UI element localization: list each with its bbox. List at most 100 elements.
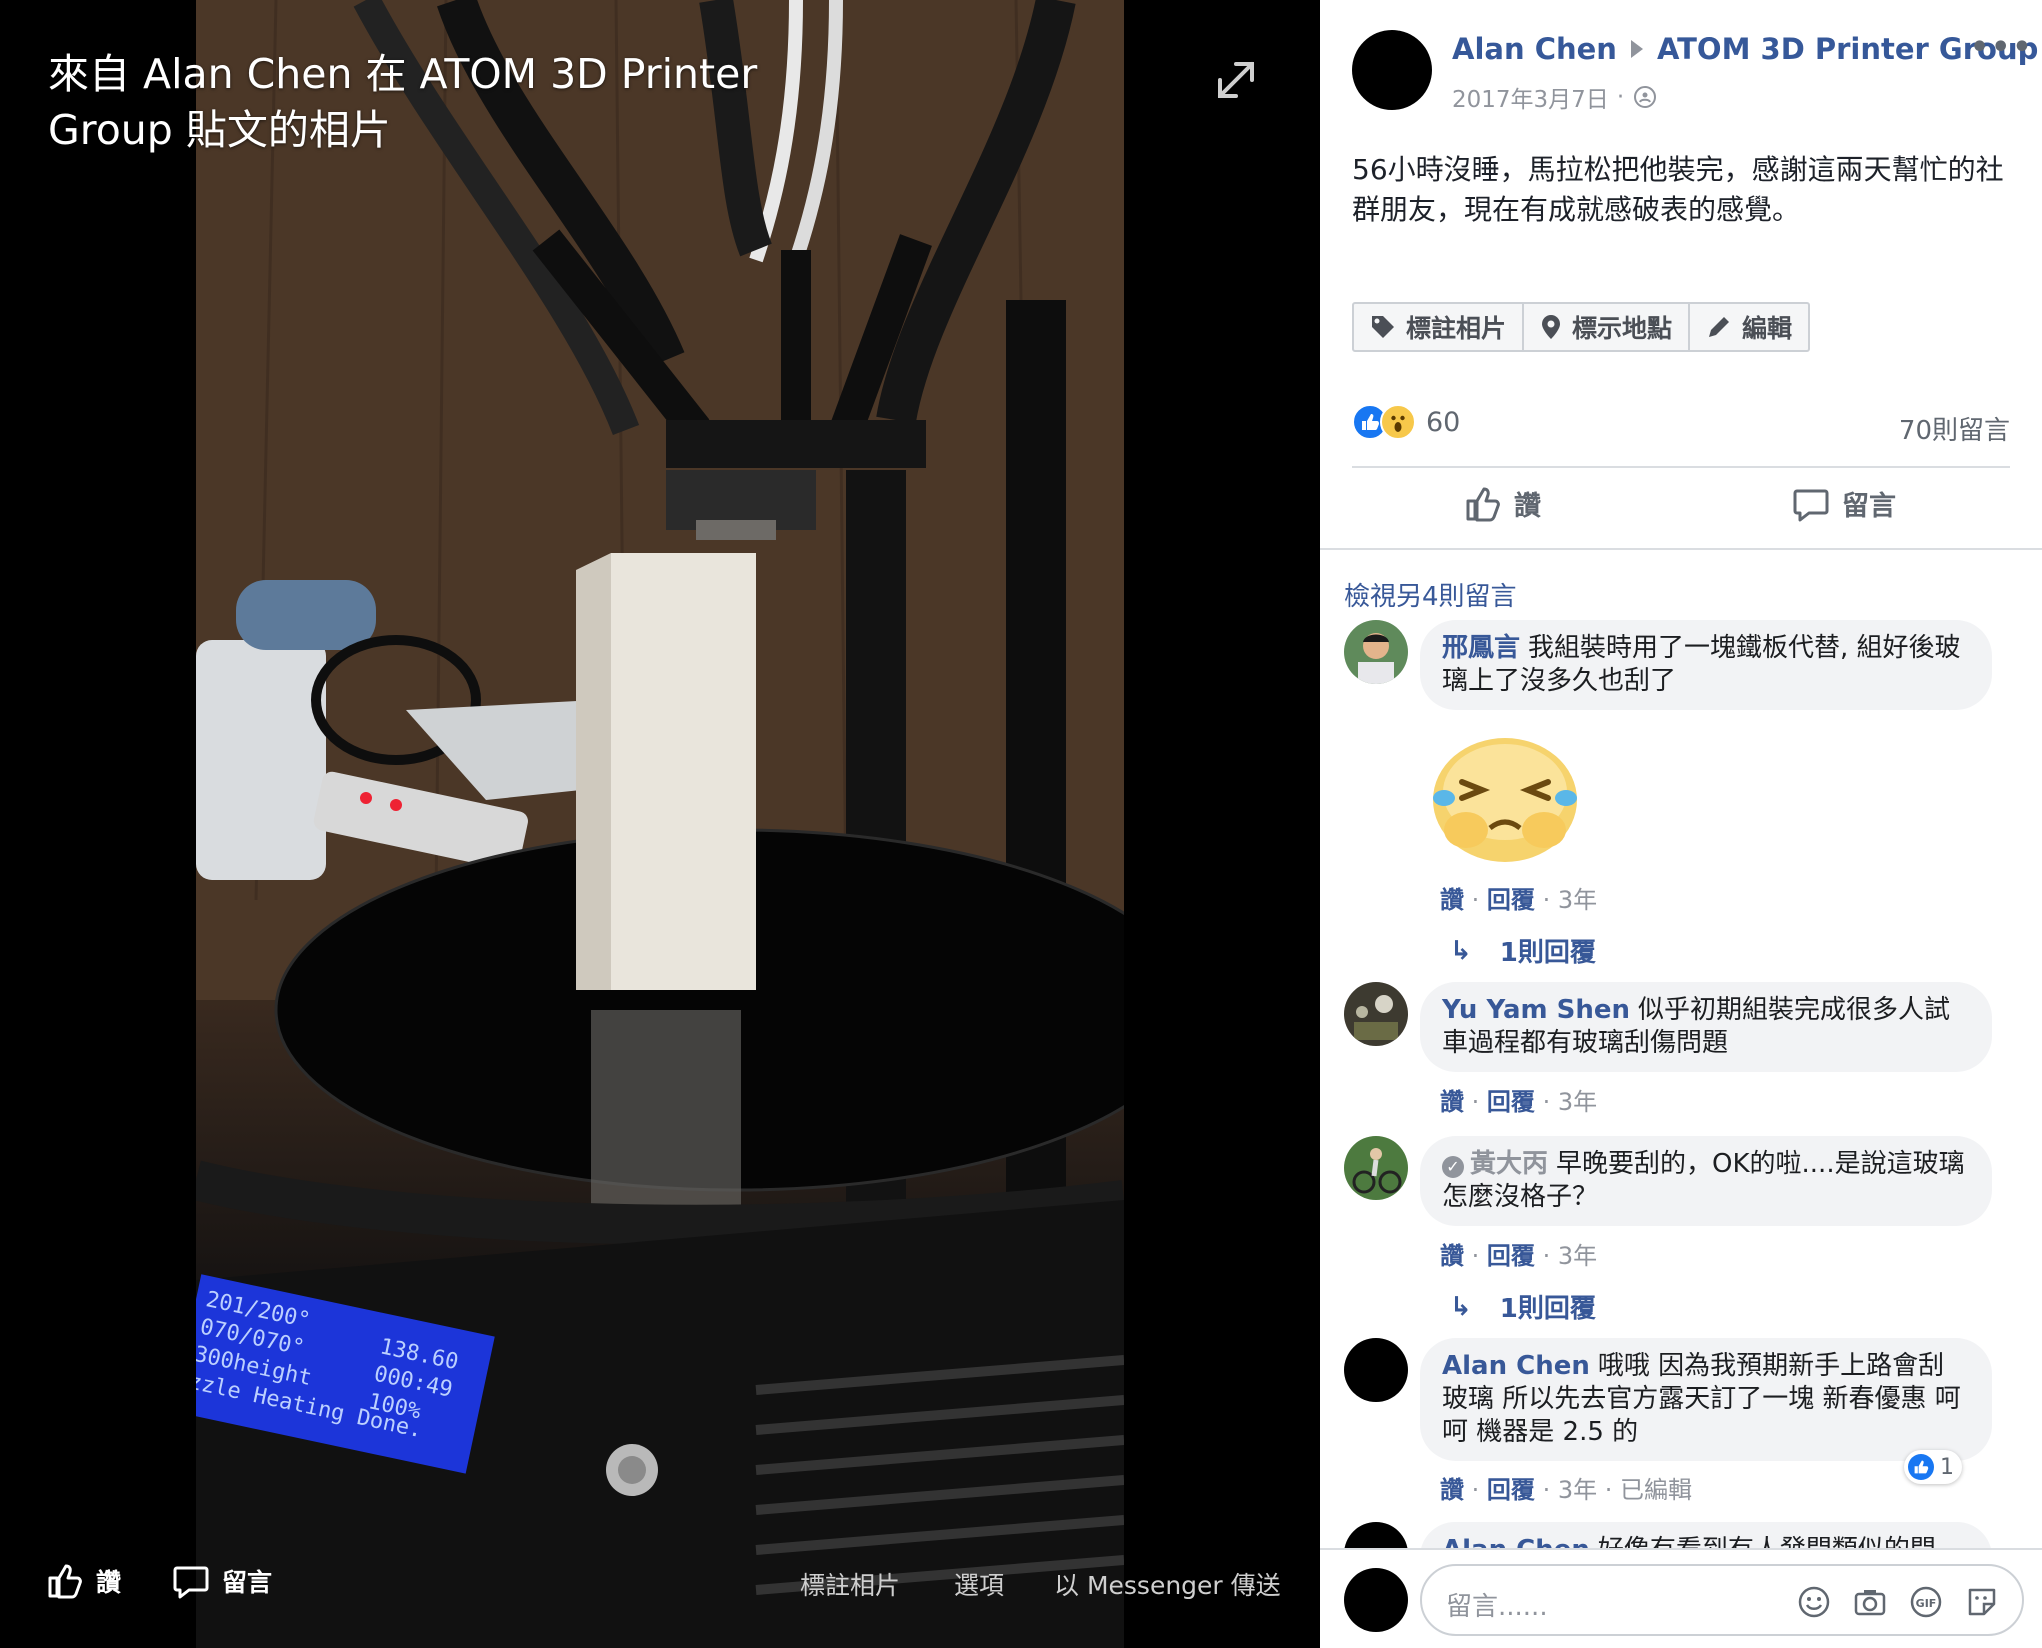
photo-action-bar: 標註相片 標示地點 編輯 [1352, 302, 1811, 352]
comment-time[interactable]: 3年 [1558, 1476, 1597, 1504]
add-location-label: 標示地點 [1572, 314, 1673, 343]
comment-composer: 留言...... GIF [1320, 1548, 2042, 1648]
tag-photo-label: 標註相片 [1406, 314, 1507, 343]
comment-time[interactable]: 3年 [1558, 886, 1597, 914]
viewer-like-button[interactable]: 讚 [46, 1562, 121, 1600]
edit-button[interactable]: 編輯 [1690, 304, 1808, 350]
crying-emoji-sticker[interactable] [1420, 720, 1590, 870]
triangle-arrow-icon [1630, 40, 1643, 58]
like-button[interactable]: 讚 [1464, 484, 1541, 523]
meta-separator: · [1542, 886, 1551, 914]
svg-text:GIF: GIF [1916, 1597, 1937, 1610]
commenter-name[interactable]: 黃大丙 [1470, 1149, 1548, 1179]
comment-time[interactable]: 3年 [1558, 1242, 1597, 1270]
comment-reply-link[interactable]: 回覆 [1487, 886, 1535, 914]
view-more-comments-link[interactable]: 檢視另4則留言 [1344, 576, 1517, 613]
expand-icon[interactable] [1212, 56, 1260, 104]
tag-photo-button[interactable]: 標註相片 [1354, 304, 1525, 350]
reply-arrow-icon: ↳ [1450, 935, 1472, 966]
replies-count-label: 1則回覆 [1499, 938, 1596, 968]
edit-label: 編輯 [1742, 314, 1793, 343]
comment-like-link[interactable]: 讚 [1440, 1476, 1464, 1504]
like-button-label: 讚 [1514, 491, 1541, 522]
viewer-bottom-bar: 讚 留言 標註相片 選項 以 Messenger 傳送 [0, 1548, 1320, 1618]
comment-input-placeholder: 留言...... [1446, 1592, 1548, 1622]
comment-icon [1793, 489, 1829, 521]
like-icon [1466, 487, 1500, 521]
commenter-name[interactable]: Alan Chen [1442, 1351, 1590, 1381]
pencil-icon [1709, 317, 1730, 337]
comment-bubble: 邢鳳言 我組裝時用了一塊鐵板代替, 組好後玻璃上了沒多久也刮了 [1420, 620, 1992, 710]
like-count-number: 1 [1940, 1454, 1954, 1480]
comment-icon [173, 1566, 209, 1599]
current-user-avatar [1344, 1568, 1408, 1632]
printer-photo-illustration: 201/200° 070/070° 300height zzle Heating… [196, 0, 1124, 1648]
post-text: 56小時沒睡，馬拉松把他裝完，感謝這兩天幫忙的社群朋友，現在有成就感破表的感覺。 [1352, 153, 2004, 226]
commenter-avatar[interactable] [1344, 620, 1408, 684]
photo[interactable]: 201/200° 070/070° 300height zzle Heating… [196, 0, 1124, 1648]
comment-like-count[interactable]: 1 [1904, 1450, 1962, 1484]
comment-button-label: 留言 [1842, 491, 1896, 522]
comment-reply-link[interactable]: 回覆 [1487, 1088, 1535, 1116]
comment-time[interactable]: 3年 [1558, 1088, 1597, 1116]
view-replies-link[interactable]: ↳ 1則回覆 [1450, 1288, 1596, 1325]
author-name-link[interactable]: Alan Chen [1452, 32, 1617, 66]
viewer-comment-button[interactable]: 留言 [172, 1562, 272, 1600]
comment-meta: 讚 · 回覆 · 3年 [1440, 1236, 1597, 1271]
viewer-title: 來自 Alan Chen 在 ATOM 3D Printer Group 貼文的… [48, 50, 758, 154]
globe-icon[interactable] [1634, 86, 1657, 108]
reaction-count: 60 [1426, 406, 1461, 438]
comment-bubble: Yu Yam Shen 似乎初期組裝完成很多人試車過程都有玻璃刮傷問題 [1420, 982, 1992, 1072]
commenter-name[interactable]: Yu Yam Shen [1442, 995, 1630, 1025]
comment-bubble: ✓ 黃大丙 早晚要刮的，OK的啦....是說這玻璃怎麼沒格子？ [1420, 1136, 1992, 1226]
replies-count-label: 1則回覆 [1499, 1294, 1596, 1324]
sticker-icon[interactable] [1964, 1584, 2000, 1620]
viewer-options-link[interactable]: 選項 [954, 1566, 1004, 1602]
meta-separator: · [1604, 1476, 1613, 1504]
location-pin-icon [1542, 315, 1561, 339]
comment-count-link[interactable]: 70則留言 [1899, 410, 2010, 447]
tag-icon [1372, 316, 1394, 338]
meta-separator: · [1542, 1242, 1551, 1270]
add-location-button[interactable]: 標示地點 [1524, 304, 1691, 350]
comment-input[interactable]: 留言...... GIF [1420, 1564, 2024, 1636]
commenter-avatar[interactable] [1344, 1136, 1408, 1200]
post-date[interactable]: 2017年3月7日 [1452, 80, 1609, 114]
divider [1352, 466, 2010, 468]
post-header: Alan Chen ATOM 3D Printer Group [1452, 32, 2038, 66]
gif-icon[interactable]: GIF [1908, 1584, 1944, 1620]
comment-meta: 讚 · 回覆 · 3年 · 已編輯 [1440, 1470, 1692, 1505]
comment-like-link[interactable]: 讚 [1440, 1088, 1464, 1116]
photo-viewer: 201/200° 070/070° 300height zzle Heating… [0, 0, 1320, 1648]
meta-separator: · [1542, 1476, 1551, 1504]
comment-meta: 讚 · 回覆 · 3年 [1440, 1082, 1597, 1117]
comment-edited-label[interactable]: 已編輯 [1620, 1476, 1692, 1504]
comment-reply-link[interactable]: 回覆 [1487, 1242, 1535, 1270]
viewer-comment-label: 留言 [222, 1568, 273, 1597]
commenter-avatar[interactable] [1344, 982, 1408, 1046]
divider [1320, 548, 2042, 550]
comment-like-link[interactable]: 讚 [1440, 886, 1464, 914]
comment-bubble: Alan Chen 哦哦 因為我預期新手上路會刮玻璃 所以先去官方露天訂了一塊 新… [1420, 1338, 1992, 1461]
camera-icon[interactable] [1852, 1584, 1888, 1620]
meta-separator: · [1471, 1476, 1480, 1504]
viewer-send-messenger-link[interactable]: 以 Messenger 傳送 [1054, 1566, 1281, 1602]
post-panel: Alan Chen ATOM 3D Printer Group ••• 2017… [1320, 0, 2042, 1648]
author-avatar[interactable] [1352, 30, 1432, 110]
emoji-icon[interactable] [1796, 1584, 1832, 1620]
view-replies-link[interactable]: ↳ 1則回覆 [1450, 932, 1596, 969]
more-options-button[interactable]: ••• [1970, 30, 2034, 65]
meta-separator: · [1616, 84, 1625, 110]
like-icon [48, 1564, 82, 1599]
comment-like-link[interactable]: 讚 [1440, 1242, 1464, 1270]
viewer-like-label: 讚 [96, 1568, 122, 1597]
meta-separator: · [1471, 1088, 1480, 1116]
meta-separator: · [1542, 1088, 1551, 1116]
comment-button[interactable]: 留言 [1792, 484, 1896, 523]
viewer-tag-photo-link[interactable]: 標註相片 [800, 1566, 900, 1602]
commenter-name[interactable]: 邢鳳言 [1442, 633, 1520, 663]
commenter-avatar[interactable] [1344, 1338, 1408, 1402]
comment-reply-link[interactable]: 回覆 [1487, 1476, 1535, 1504]
verified-icon: ✓ [1442, 1156, 1464, 1178]
reaction-summary[interactable]: 60 [1352, 404, 1460, 440]
